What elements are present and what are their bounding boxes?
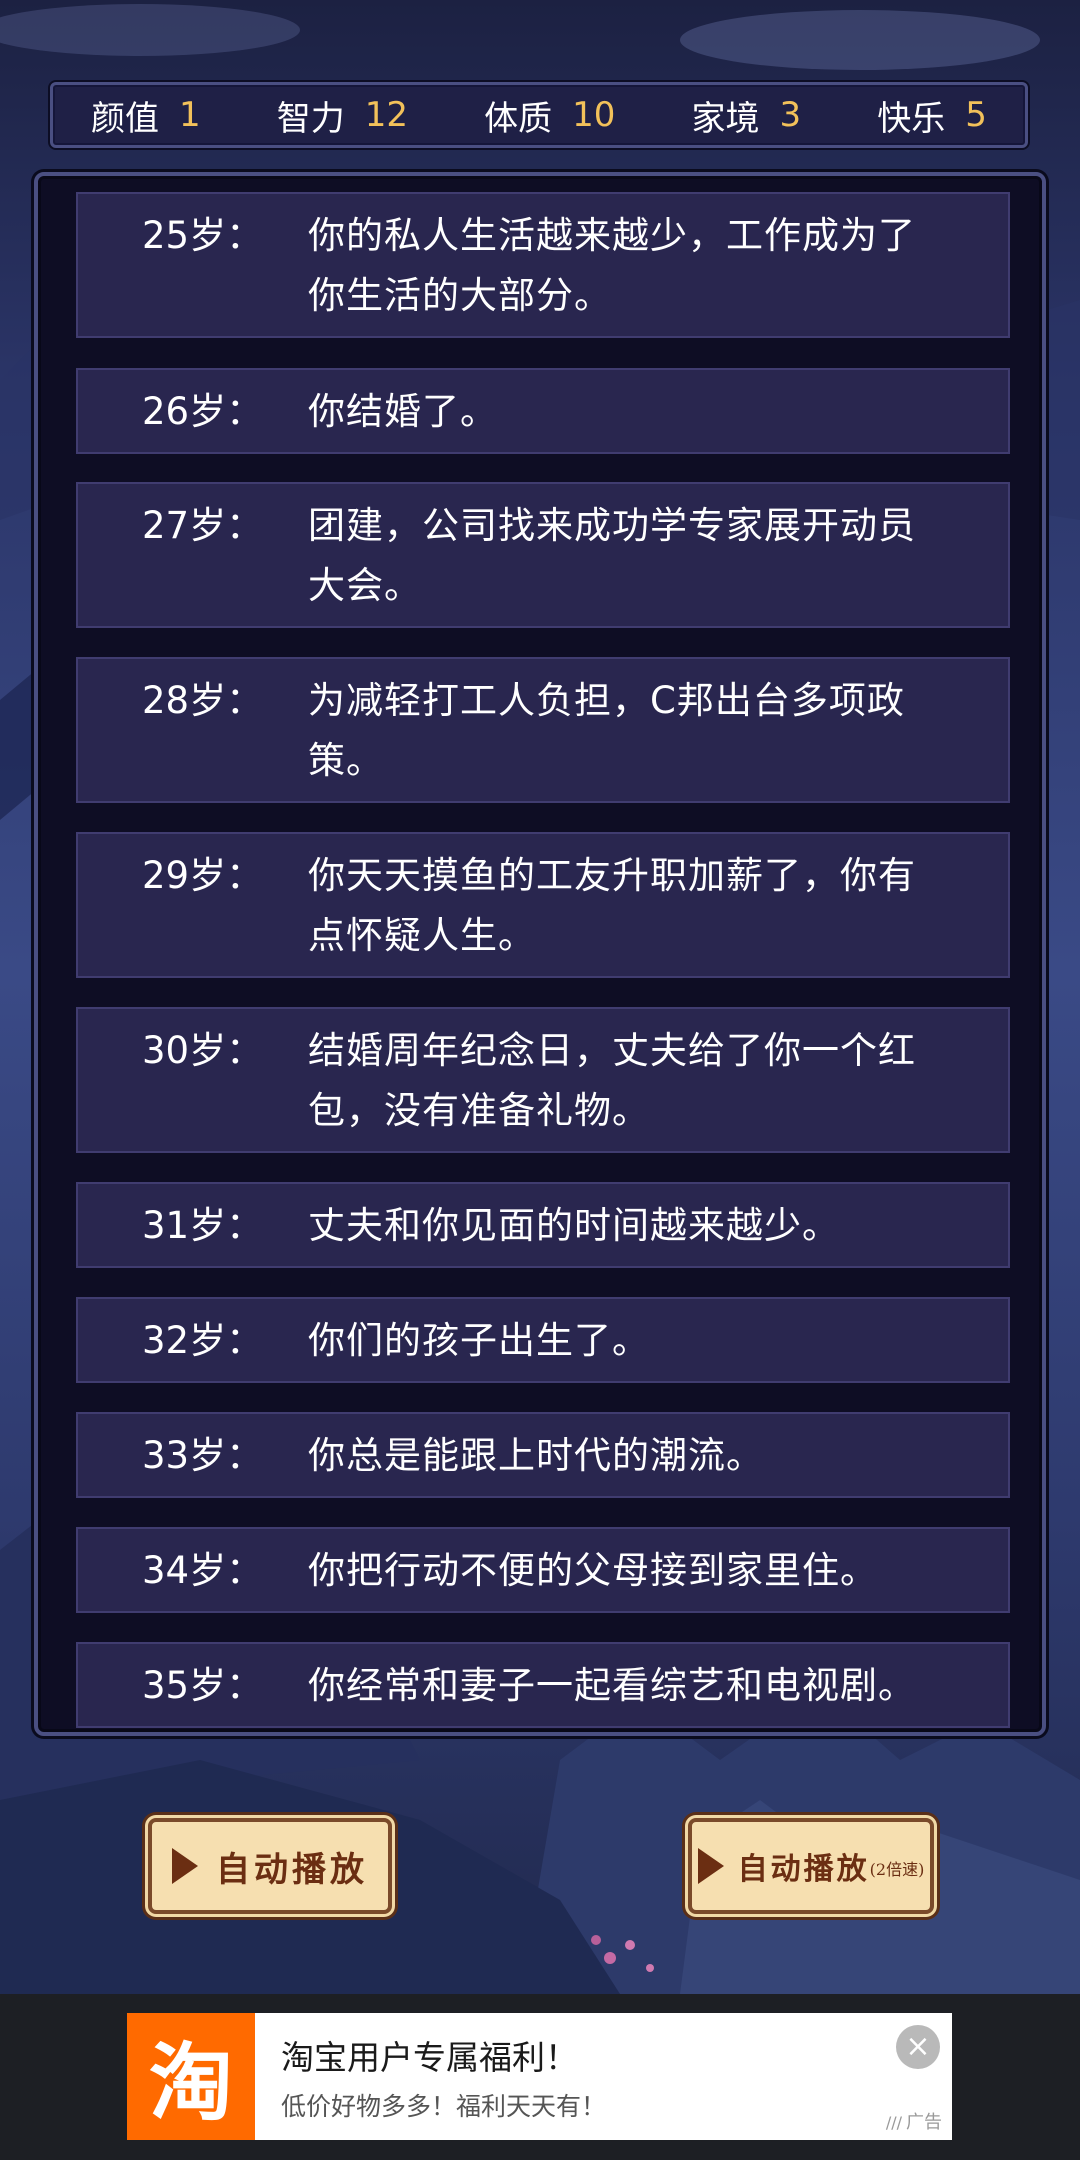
event-age: 30岁：: [142, 1029, 264, 1072]
event-row: 35岁： 你经常和妻子一起看综艺和电视剧。: [76, 1642, 1010, 1728]
play-icon: [697, 1848, 724, 1884]
event-age: 33岁：: [142, 1434, 264, 1477]
event-text: 你天天摸鱼的工友升职加薪了，你有点怀疑人生。: [308, 854, 916, 957]
event-age: 31岁：: [142, 1204, 264, 1247]
ad-tag: ///广告: [886, 2108, 942, 2134]
stat-label: 体质: [484, 98, 553, 139]
event-text: 你经常和妻子一起看综艺和电视剧。: [308, 1664, 916, 1707]
event-row: 31岁： 丈夫和你见面的时间越来越少。: [76, 1182, 1010, 1268]
taobao-logo-icon: 淘: [127, 2013, 255, 2140]
stat-value: 12: [364, 95, 409, 135]
stat-value: 10: [572, 95, 616, 135]
auto-play-fast-button[interactable]: 自动播放 (2倍速): [688, 1818, 934, 1914]
stat-value: 1: [179, 95, 201, 135]
attribute-stats-bar: 颜值 1 智力 12 体质 10 家境 3 快乐 5: [50, 82, 1028, 148]
ad-body: 淘宝用户专属福利！ 低价好物多多！福利天天有！: [255, 2013, 606, 2140]
stat-family: 家境 3: [692, 91, 802, 140]
play-icon: [172, 1848, 198, 1884]
ad-title: 淘宝用户专属福利！: [281, 2037, 578, 2077]
event-row: 30岁： 结婚周年纪念日，丈夫给了你一个红包，没有准备礼物。: [76, 1007, 1010, 1153]
auto-play-fast-label: 自动播放: [737, 1852, 870, 1887]
stat-value: 5: [965, 95, 987, 135]
ad-banner[interactable]: 淘 淘宝用户专属福利！ 低价好物多多！福利天天有！ × ///广告: [127, 2013, 952, 2140]
event-row: 29岁： 你天天摸鱼的工友升职加薪了，你有点怀疑人生。: [76, 832, 1010, 978]
event-row: 25岁： 你的私人生活越来越少，工作成为了你生活的大部分。: [76, 192, 1010, 338]
life-events-panel[interactable]: 25岁： 你的私人生活越来越少，工作成为了你生活的大部分。 26岁： 你结婚了。…: [34, 172, 1046, 1736]
stat-label: 智力: [276, 98, 345, 139]
event-text: 你们的孩子出生了。: [308, 1319, 650, 1362]
auto-play-label: 自动播放: [216, 1849, 368, 1890]
stat-label: 家境: [691, 98, 760, 139]
event-text: 为减轻打工人负担，C邦出台多项政策。: [308, 679, 905, 782]
stat-label: 颜值: [91, 98, 160, 139]
stat-constitution: 体质 10: [484, 91, 615, 140]
event-text: 结婚周年纪念日，丈夫给了你一个红包，没有准备礼物。: [308, 1029, 916, 1132]
event-row: 33岁： 你总是能跟上时代的潮流。: [76, 1412, 1010, 1498]
stat-value: 3: [779, 95, 802, 135]
event-row: 34岁： 你把行动不便的父母接到家里住。: [76, 1527, 1010, 1613]
event-age: 25岁：: [142, 214, 264, 257]
event-text: 你总是能跟上时代的潮流。: [308, 1434, 764, 1477]
event-text: 你的私人生活越来越少，工作成为了你生活的大部分。: [308, 214, 916, 317]
ad-description: 低价好物多多！福利天天有！: [281, 2091, 607, 2121]
ad-tag-label: 广告: [906, 2112, 942, 2133]
event-text: 你把行动不便的父母接到家里住。: [308, 1549, 878, 1592]
event-row: 32岁： 你们的孩子出生了。: [76, 1297, 1010, 1383]
event-row: 28岁： 为减轻打工人负担，C邦出台多项政策。: [76, 657, 1010, 803]
event-age: 28岁：: [142, 679, 264, 722]
event-age: 27岁：: [142, 504, 264, 547]
event-row: 27岁： 团建，公司找来成功学专家展开动员大会。: [76, 482, 1010, 628]
event-age: 32岁：: [142, 1319, 264, 1362]
event-text: 你结婚了。: [308, 390, 498, 433]
stat-intelligence: 智力 12: [277, 91, 408, 140]
stat-happiness: 快乐 5: [877, 91, 987, 140]
stat-appearance: 颜值 1: [91, 91, 201, 140]
event-row: 26岁： 你结婚了。: [76, 368, 1010, 454]
ad-mark-icon: ///: [885, 2113, 902, 2132]
stat-label: 快乐: [877, 98, 946, 139]
auto-play-speed-label: (2倍速): [869, 1860, 925, 1879]
event-text: 团建，公司找来成功学专家展开动员大会。: [308, 504, 916, 607]
event-age: 35岁：: [142, 1664, 264, 1707]
auto-play-button[interactable]: 自动播放: [148, 1818, 392, 1914]
event-age: 29岁：: [142, 854, 264, 897]
event-age: 34岁：: [142, 1549, 264, 1592]
event-age: 26岁：: [142, 390, 264, 433]
event-text: 丈夫和你见面的时间越来越少。: [308, 1204, 840, 1247]
close-icon[interactable]: ×: [896, 2025, 940, 2069]
